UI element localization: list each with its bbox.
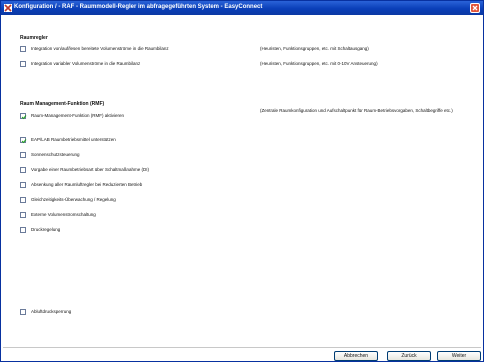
- cancel-button[interactable]: Abbrechen: [334, 351, 378, 361]
- checkbox-label: EAP/LAB Raumbetriebsmittel unterstützen: [31, 137, 116, 142]
- footer-divider: [3, 347, 481, 348]
- checkbox-label: Gleichzeitigkeits-Überwachung / Regelung: [31, 197, 116, 202]
- checkmark-icon: [21, 115, 27, 120]
- checkbox-simultaneity[interactable]: [20, 197, 26, 203]
- checkbox-room-mode-di[interactable]: [20, 167, 26, 173]
- checkbox-exhaust-lock[interactable]: [20, 309, 26, 315]
- checkbox-variable-volume[interactable]: [20, 61, 26, 67]
- close-button[interactable]: [470, 3, 480, 13]
- description-fixed-volume: (Heuristen, Funktionsgruppen, etc. mit S…: [260, 46, 369, 51]
- description-rmf-activate: (Zentrale Raumkonfiguration und Aufschal…: [260, 108, 453, 113]
- checkbox-pressure-control[interactable]: [20, 227, 26, 233]
- checkbox-label: Absenkung aller Raumluftregler bei Reduz…: [31, 182, 143, 187]
- description-variable-volume: (Heuristen, Funktionsgruppen, etc. mit 0…: [260, 61, 378, 66]
- checkbox-label: Sonnenschutzsteuerung: [31, 152, 80, 157]
- checkbox-label: Integration von/auf/lesen bereitete Volu…: [31, 46, 169, 51]
- checkbox-label: Raum-Management-Funktion (RMF) aktiviere…: [31, 113, 125, 118]
- checkbox-setback[interactable]: [20, 182, 26, 188]
- window-title: Konfiguration / - RAF - Raummodell-Regle…: [14, 4, 263, 10]
- checkmark-icon: [21, 139, 27, 144]
- checkbox-external-volume[interactable]: [20, 212, 26, 218]
- checkbox-label: Vorgabe einer Raumbetriebsart über Schal…: [31, 167, 150, 172]
- title-bar[interactable]: Konfiguration / - RAF - Raummodell-Regle…: [1, 1, 483, 15]
- checkbox-label: Integration variabler Volumenströme in d…: [31, 61, 141, 66]
- checkbox-eap-lab[interactable]: [20, 137, 27, 144]
- section-title-rmf: Raum Management-Funktion (RMF): [20, 101, 105, 107]
- checkbox-sunshade[interactable]: [20, 152, 26, 158]
- wizard-window: Konfiguration / - RAF - Raummodell-Regle…: [0, 0, 484, 362]
- next-button[interactable]: Weiter: [437, 351, 481, 361]
- back-button[interactable]: Zurück: [387, 351, 431, 361]
- section-title-raumregler: Raumregler: [20, 35, 48, 41]
- close-icon: [472, 5, 478, 11]
- checkbox-fixed-volume[interactable]: [20, 46, 26, 52]
- checkbox-label: Externe Volumenstromschaltung: [31, 212, 96, 217]
- app-icon: [4, 4, 12, 12]
- checkbox-label: Druckregelung: [31, 227, 61, 232]
- checkbox-rmf-activate[interactable]: [20, 113, 27, 120]
- checkbox-label: Abluftdrucksperrung: [31, 309, 72, 314]
